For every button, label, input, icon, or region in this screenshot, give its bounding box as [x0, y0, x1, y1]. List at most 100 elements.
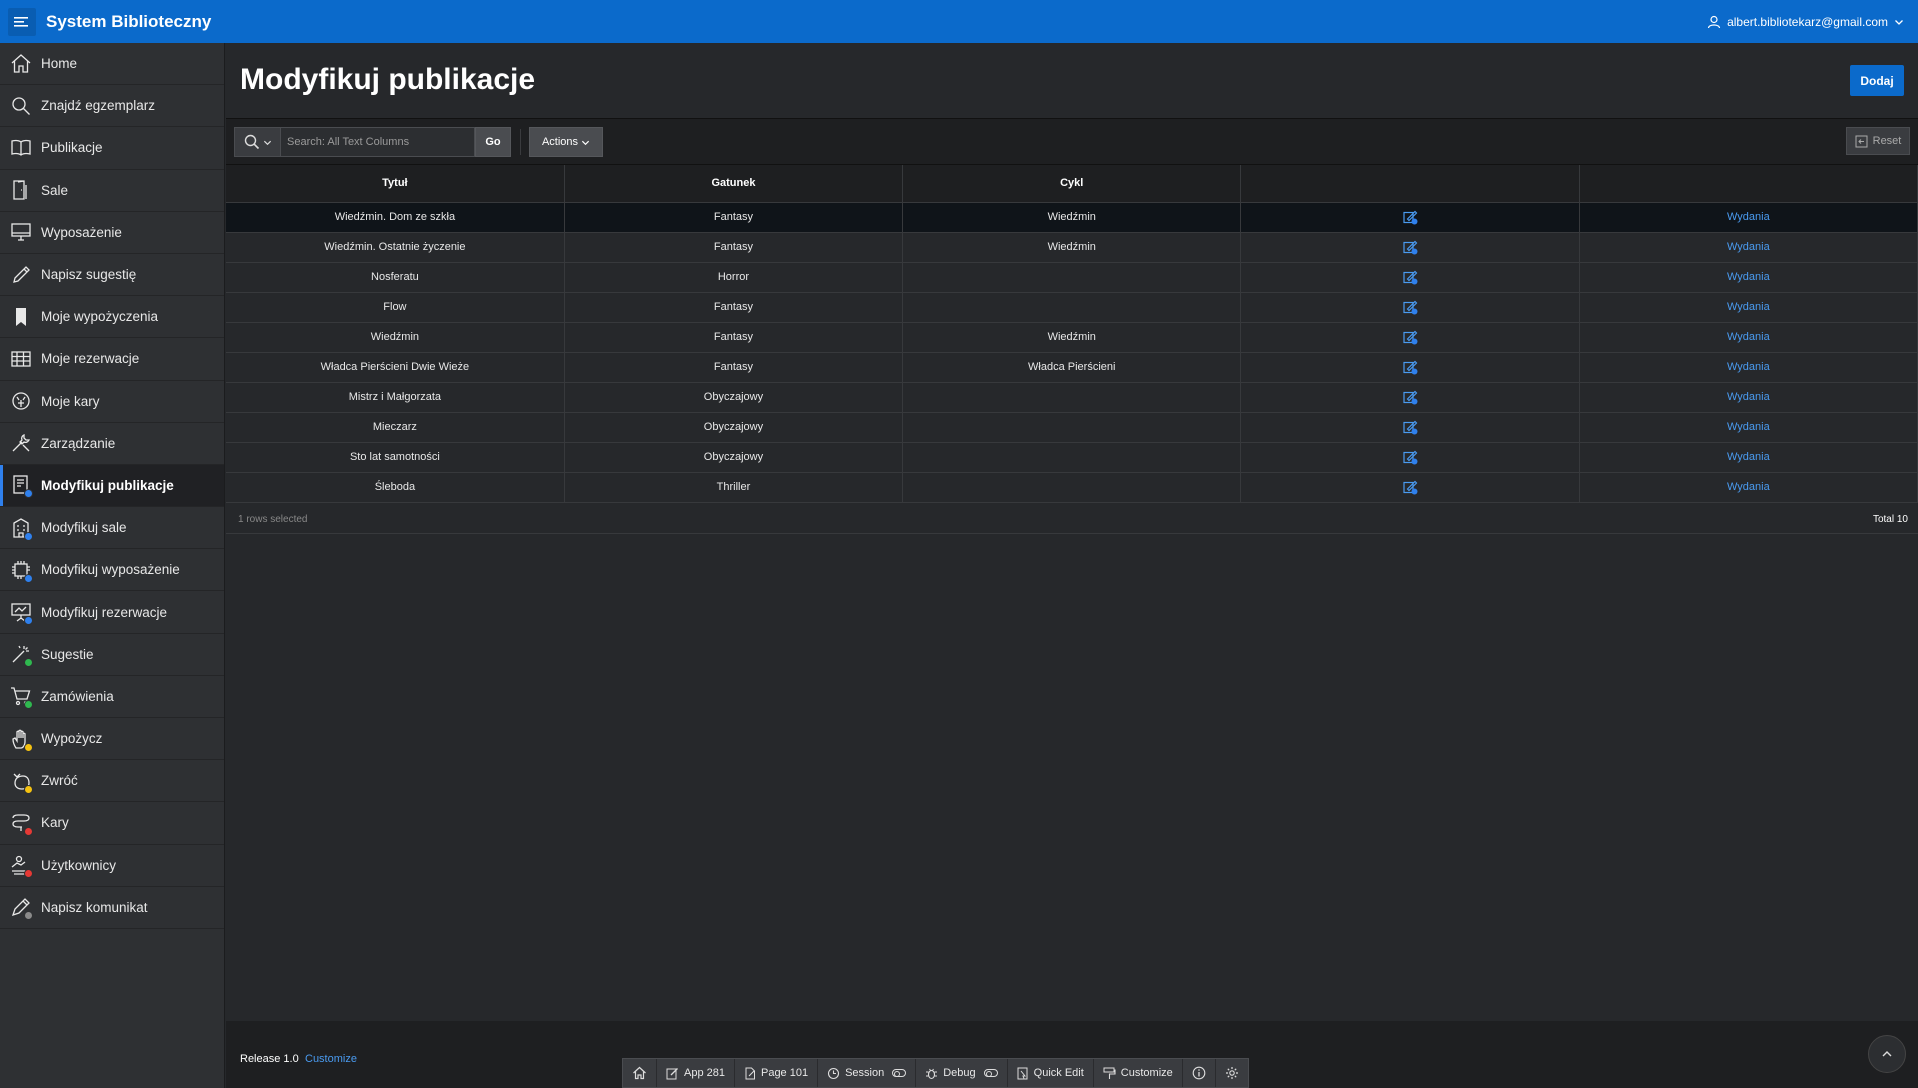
- status-badge: [24, 658, 33, 668]
- table-row[interactable]: Sto lat samotności Obyczajowy Wydania: [226, 442, 1918, 473]
- table-row[interactable]: Mistrz i Małgorzata Obyczajowy Wydania: [226, 382, 1918, 413]
- sidebar-item-label: Znajdź egzemplarz: [41, 98, 156, 114]
- wydania-link[interactable]: Wydania: [1579, 322, 1918, 353]
- dev-app-button[interactable]: App 281: [657, 1059, 735, 1087]
- wydania-link[interactable]: Wydania: [1579, 412, 1918, 443]
- edit-icon[interactable]: [1402, 390, 1418, 405]
- search-bar: Go: [234, 127, 511, 157]
- sidebar-item-wyposażenie[interactable]: Wyposażenie: [0, 212, 224, 254]
- sidebar-item-modyfikuj-sale[interactable]: Modyfikuj sale: [0, 507, 224, 550]
- sidebar-item-modyfikuj-wyposażenie[interactable]: Modyfikuj wyposażenie: [0, 549, 224, 592]
- edit-icon[interactable]: [1402, 330, 1418, 345]
- sidebar-item-label: Zamówienia: [41, 688, 114, 704]
- table-row[interactable]: Wiedźmin. Dom ze szkła Fantasy Wiedźmin Wy…: [226, 202, 1918, 233]
- sidebar-item-moje-rezerwacje[interactable]: Moje rezerwacje: [0, 338, 224, 381]
- reset-label: Reset: [1872, 135, 1902, 147]
- table-row[interactable]: Flow Fantasy Wydania: [226, 292, 1918, 323]
- dev-session-button[interactable]: Session: [818, 1059, 917, 1087]
- sidebar-item-modyfikuj-rezerwacje[interactable]: Modyfikuj rezerwacje: [0, 591, 224, 634]
- wydania-link[interactable]: Wydania: [1579, 262, 1918, 293]
- edit-icon[interactable]: [1402, 270, 1418, 285]
- report-footer: 1 rows selected Total 10: [226, 502, 1918, 534]
- wydania-link[interactable]: Wydania: [1579, 352, 1918, 383]
- search-input[interactable]: [280, 127, 475, 157]
- cell-gatunek: Fantasy: [564, 202, 904, 233]
- wydania-link[interactable]: Wydania: [1579, 472, 1918, 503]
- status-badge: [24, 911, 33, 921]
- sidebar-item-moje-kary[interactable]: Moje kary: [0, 381, 224, 423]
- sidebar-item-zwróć[interactable]: Zwróć: [0, 760, 224, 803]
- sidebar-item-zamówienia[interactable]: Zamówienia: [0, 676, 224, 718]
- sidebar-item-użytkownicy[interactable]: Użytkownicy: [0, 845, 224, 887]
- wydania-link[interactable]: Wydania: [1579, 382, 1918, 413]
- cart-icon: [10, 685, 33, 710]
- sidebar-item-sale[interactable]: Sale: [0, 170, 224, 212]
- table-row[interactable]: Wiedźmin Fantasy Wiedźmin Wydania: [226, 322, 1918, 353]
- total-count: Total 10: [1872, 513, 1908, 525]
- edit-icon[interactable]: [1402, 420, 1418, 435]
- reset-button[interactable]: Reset: [1846, 127, 1910, 155]
- sidebar-item-napisz-sugestię[interactable]: Napisz sugestię: [0, 254, 224, 297]
- sidebar-item-moje-wypożyczenia[interactable]: Moje wypożyczenia: [0, 296, 224, 339]
- sidebar-item-znajdź-egzemplarz[interactable]: Znajdź egzemplarz: [0, 85, 224, 128]
- actions-menu-button[interactable]: Actions: [529, 127, 603, 157]
- sidebar-item-modyfikuj-publikacje[interactable]: Modyfikuj publikacje: [0, 464, 224, 508]
- sidebar-item-kary[interactable]: Kary: [0, 802, 224, 845]
- column-header[interactable]: Cykl: [902, 165, 1242, 203]
- sidebar-nav: Home Znajdź egzemplarz Publikacje Sale Wypos…: [0, 43, 225, 1088]
- dev-info-button[interactable]: [1183, 1059, 1216, 1087]
- cell-cykl: Wiedźmin: [902, 322, 1242, 353]
- return-icon: [10, 770, 33, 794]
- edit-icon[interactable]: [1402, 300, 1418, 315]
- edit-icon[interactable]: [1402, 450, 1418, 465]
- table-row[interactable]: Śleboda Thriller Wydania: [226, 472, 1918, 503]
- column-header[interactable]: Gatunek: [564, 165, 904, 203]
- sidebar-item-sugestie[interactable]: Sugestie: [0, 634, 224, 676]
- search-column-selector[interactable]: [234, 127, 280, 157]
- sidebar-item-wypożycz[interactable]: Wypożycz: [0, 718, 224, 761]
- sidebar-item-label: Moje wypożyczenia: [41, 309, 159, 325]
- edit-icon[interactable]: [1402, 240, 1418, 255]
- status-badge: [24, 489, 33, 499]
- cell-cykl: Władca Pierścieni: [902, 352, 1242, 383]
- go-button[interactable]: Go: [475, 127, 511, 157]
- add-button[interactable]: Dodaj: [1850, 65, 1904, 96]
- customize-link[interactable]: Customize: [305, 1053, 357, 1065]
- status-badge: [24, 531, 33, 541]
- wydania-link[interactable]: Wydania: [1579, 442, 1918, 473]
- sidebar-item-publikacje[interactable]: Publikacje: [0, 127, 224, 170]
- dev-home-button[interactable]: [623, 1059, 657, 1087]
- column-header[interactable]: Tytuł: [226, 165, 565, 203]
- edit-icon[interactable]: [1402, 210, 1418, 225]
- wydania-link[interactable]: Wydania: [1579, 232, 1918, 263]
- session-toggle-icon[interactable]: [892, 1069, 907, 1077]
- sidebar-item-label: Publikacje: [41, 140, 103, 156]
- dev-quick-edit-button[interactable]: Quick Edit: [1008, 1059, 1094, 1087]
- wydania-link[interactable]: Wydania: [1579, 292, 1918, 323]
- edit-icon[interactable]: [1402, 360, 1418, 375]
- menu-toggle-button[interactable]: [8, 7, 36, 36]
- sidebar-item-zarządzanie[interactable]: Zarządzanie: [0, 423, 224, 465]
- dev-page-label: Page 101: [760, 1067, 809, 1079]
- sidebar-item-napisz-komunikat[interactable]: Napisz komunikat: [0, 887, 224, 929]
- debug-toggle-icon[interactable]: [983, 1069, 998, 1077]
- table-row[interactable]: Wiedźmin. Ostatnie życzenie Fantasy Wiedźm…: [226, 232, 1918, 263]
- dev-debug-button[interactable]: Debug: [916, 1059, 1008, 1087]
- cell-cykl: [902, 472, 1242, 503]
- table-row[interactable]: Władca Pierścieni Dwie Wieże Fantasy Władc…: [226, 352, 1918, 383]
- dev-customize-button[interactable]: Customize: [1094, 1059, 1183, 1087]
- status-badge: [24, 742, 33, 752]
- app-title[interactable]: System Biblioteczny: [46, 12, 211, 32]
- monitor-icon: [10, 221, 32, 243]
- table-row[interactable]: Nosferatu Horror Wydania: [226, 262, 1918, 293]
- edit-icon[interactable]: [1402, 480, 1418, 495]
- cell-edit: [1240, 292, 1580, 323]
- sidebar-item-home[interactable]: Home: [0, 43, 224, 86]
- scroll-to-top-button[interactable]: [1868, 1035, 1906, 1073]
- wydania-link[interactable]: Wydania: [1579, 202, 1918, 233]
- dev-page-button[interactable]: Page 101: [735, 1059, 819, 1087]
- dev-settings-button[interactable]: [1216, 1059, 1248, 1087]
- table-row[interactable]: Mieczarz Obyczajowy Wydania: [226, 412, 1918, 443]
- hand-icon: [10, 728, 33, 752]
- user-menu[interactable]: albert.bibliotekarz@gmail.com: [1707, 0, 1904, 43]
